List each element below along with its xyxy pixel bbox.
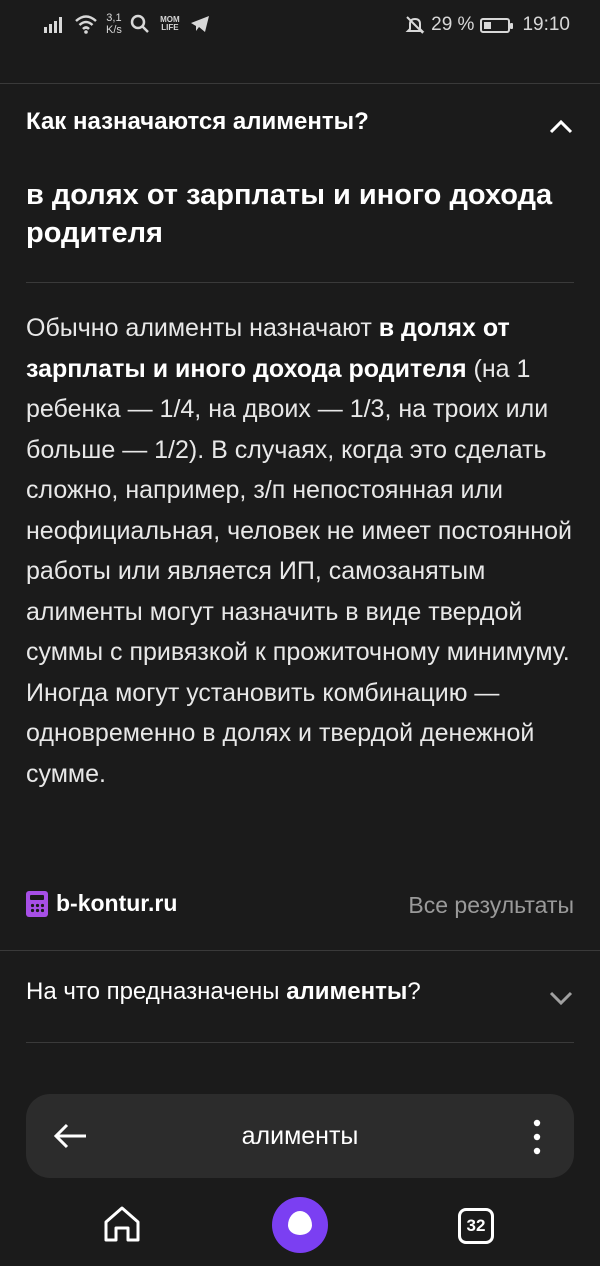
faq-question-expanded[interactable]: Как назначаются алименты? [26, 108, 526, 136]
battery-icon [480, 17, 514, 33]
clock: 19:10 [522, 14, 570, 35]
answer-body: Обычно алименты назначают в долях от зар… [26, 308, 578, 794]
faq-question-collapsed[interactable]: На что предназначены алименты? [26, 978, 526, 1006]
all-results-link[interactable]: Все результаты [408, 892, 574, 919]
calculator-icon [26, 890, 48, 917]
chevron-up-icon[interactable] [546, 112, 576, 142]
short-answer: в долях от зарплаты и иного дохода родит… [26, 179, 553, 249]
tabs-counter-button[interactable]: 32 [458, 1208, 494, 1244]
mute-icon [405, 16, 425, 34]
search-icon [130, 14, 149, 33]
home-icon[interactable] [100, 1202, 144, 1246]
divider [26, 1042, 574, 1043]
bottom-nav: 32 [0, 1180, 600, 1266]
chevron-down-icon[interactable] [546, 982, 576, 1012]
wifi-icon [75, 15, 97, 34]
speed-unit: K/s [106, 24, 122, 36]
app-badge: MOM LIFE [160, 15, 180, 32]
faq2-suffix: ? [407, 978, 421, 1005]
faq2-prefix: На что предназначены [26, 978, 287, 1005]
search-bar[interactable]: алименты [26, 1094, 574, 1178]
divider [0, 950, 600, 951]
network-speed: 3,1 K/s [106, 12, 122, 36]
divider [26, 282, 574, 283]
alice-assistant-button[interactable] [272, 1197, 328, 1253]
battery-percent: 29 % [431, 14, 475, 35]
telegram-icon [190, 16, 209, 32]
divider [0, 83, 600, 84]
source-name[interactable]: b-kontur.ru [56, 890, 177, 917]
answer-rest: (на 1 ребенка — 1/4, на двоих — 1/3, на … [26, 354, 572, 788]
source-link[interactable]: b-kontur.ru [26, 890, 177, 917]
speed-value: 3,1 [106, 12, 122, 24]
status-bar: 3,1 K/s MOM LIFE 29 % 19:10 [0, 0, 600, 52]
signal-icon [44, 17, 62, 33]
search-query[interactable]: алименты [26, 1122, 574, 1151]
faq2-bold: алименты [286, 978, 408, 1005]
answer-intro: Обычно алименты назначают [26, 314, 379, 342]
more-vert-icon[interactable] [530, 1118, 544, 1156]
